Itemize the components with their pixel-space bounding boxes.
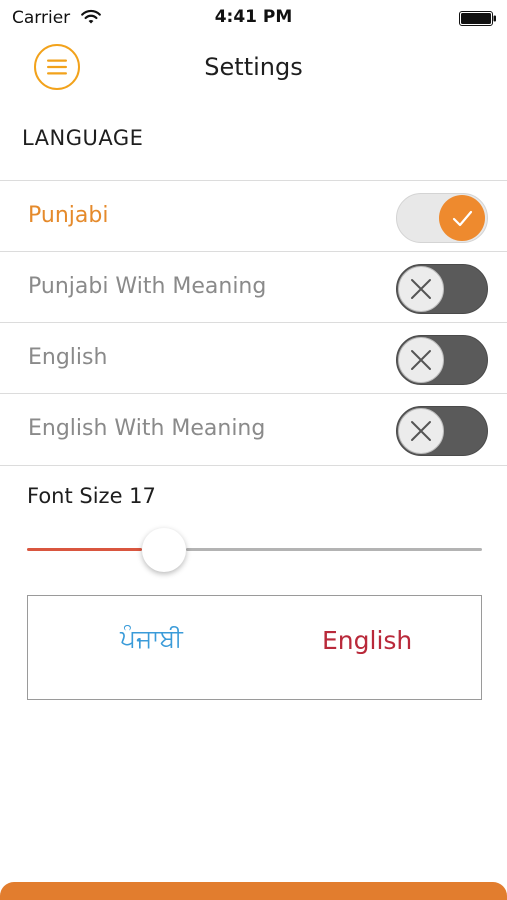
option-label-punjabi-with-meaning: Punjabi With Meaning xyxy=(28,274,267,299)
option-label-punjabi: Punjabi xyxy=(28,203,109,228)
toggle-english[interactable] xyxy=(396,335,488,385)
slider-thumb[interactable] xyxy=(141,528,186,572)
toggle-knob xyxy=(439,195,485,241)
font-preview-box: ਪੰਜਾਬੀ English xyxy=(27,595,482,700)
battery-icon xyxy=(459,11,497,26)
toggle-english-with-meaning[interactable] xyxy=(396,406,488,456)
toggle-knob xyxy=(398,408,444,454)
preview-english-text: English xyxy=(322,626,413,655)
bottom-bar xyxy=(0,882,507,900)
font-size-slider[interactable] xyxy=(27,528,482,572)
settings-screen: Carrier 4:41 PM Settings LANGUAGE Punjab… xyxy=(0,0,507,900)
close-icon xyxy=(411,350,431,370)
toggle-knob xyxy=(398,337,444,383)
navigation-bar: Settings xyxy=(0,36,507,100)
slider-track-filled xyxy=(27,548,142,551)
status-bar: Carrier 4:41 PM xyxy=(0,0,507,36)
option-label-english: English xyxy=(28,345,108,370)
toggle-punjabi-with-meaning[interactable] xyxy=(396,264,488,314)
preview-punjabi-text: ਪੰਜਾਬੀ xyxy=(120,624,183,653)
option-row-english: English xyxy=(0,323,507,393)
page-title: Settings xyxy=(204,53,303,81)
close-icon xyxy=(411,279,431,299)
font-size-label: Font Size 17 xyxy=(27,484,156,508)
option-row-punjabi-with-meaning: Punjabi With Meaning xyxy=(0,252,507,322)
divider xyxy=(0,465,507,466)
checkmark-icon xyxy=(452,210,473,227)
option-label-english-with-meaning: English With Meaning xyxy=(28,416,266,441)
close-icon xyxy=(411,421,431,441)
toggle-punjabi[interactable] xyxy=(396,193,488,243)
status-time: 4:41 PM xyxy=(214,7,293,27)
option-row-punjabi: Punjabi xyxy=(0,181,507,251)
option-row-english-with-meaning: English With Meaning xyxy=(0,394,507,464)
language-section-header: LANGUAGE xyxy=(22,126,144,150)
slider-track-empty xyxy=(185,548,482,551)
toggle-knob xyxy=(398,266,444,312)
